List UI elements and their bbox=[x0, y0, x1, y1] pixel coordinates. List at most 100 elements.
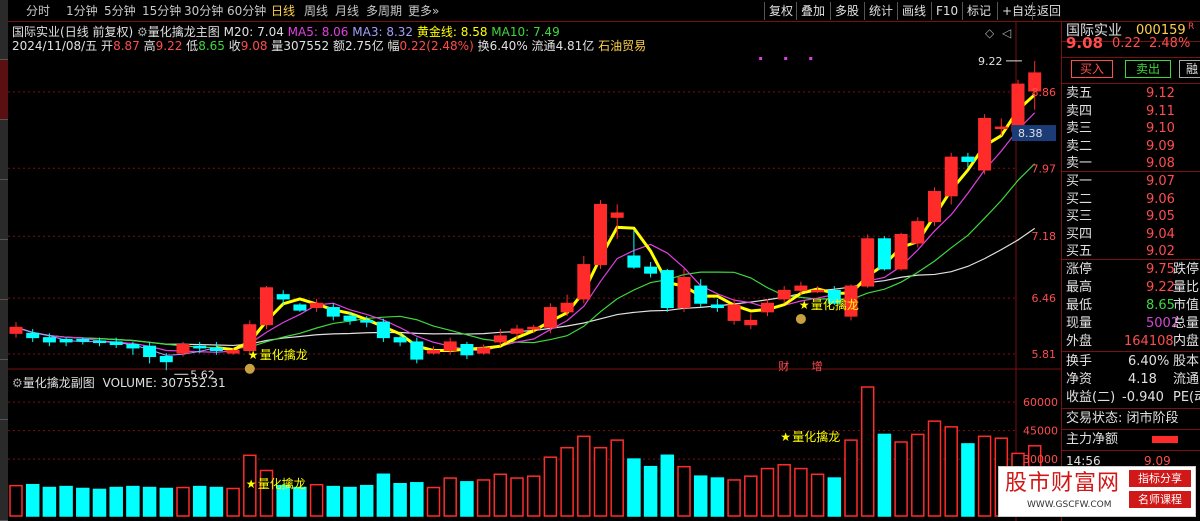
draw-line-button[interactable]: 画线 bbox=[897, 2, 926, 20]
volume-bar bbox=[142, 486, 157, 517]
stats-button[interactable]: 统计 bbox=[864, 2, 893, 20]
kline-chart[interactable]: 8.867.977.186.465.816000045000300008.38 … bbox=[8, 22, 1061, 521]
stat-label-2: 总量 bbox=[1173, 316, 1200, 331]
stat-label: 最低 bbox=[1066, 298, 1093, 313]
period-tab[interactable]: 5分钟 bbox=[104, 3, 136, 19]
marker-dot bbox=[759, 57, 763, 60]
candle-body bbox=[877, 238, 891, 270]
sub-signal-label: 量化擒龙 bbox=[792, 429, 840, 444]
collapse-icon[interactable]: ◁ bbox=[1002, 26, 1011, 40]
period-tab[interactable]: 周线 bbox=[304, 3, 328, 19]
mark-button[interactable]: 标记 bbox=[962, 2, 991, 20]
candle-body bbox=[777, 289, 791, 300]
signal-label: 量化擒龙 bbox=[260, 347, 308, 362]
candle-body bbox=[610, 212, 624, 218]
indicator-name[interactable]: 量化擒龙主图 bbox=[148, 25, 220, 39]
side-tab-4[interactable] bbox=[0, 180, 8, 240]
ask-label: 卖二 bbox=[1066, 138, 1093, 154]
side-tab-5[interactable] bbox=[0, 240, 8, 300]
period-tab[interactable]: 分时 bbox=[26, 3, 50, 19]
candle-body bbox=[543, 307, 557, 328]
volume-tick-label: 60000 bbox=[1023, 396, 1058, 409]
bid-label: 买一 bbox=[1066, 174, 1093, 189]
candle-body bbox=[477, 347, 491, 354]
period-tab[interactable]: 月线 bbox=[335, 3, 359, 19]
candle-body bbox=[493, 335, 507, 343]
candle-body bbox=[1011, 83, 1025, 132]
candle-body bbox=[627, 255, 641, 268]
ma5-line bbox=[15, 112, 1036, 353]
volume-value: 307552 bbox=[283, 39, 330, 53]
sub-chart-title-line: ⚙量化擒龙副图 VOLUME: 307552.31 bbox=[12, 376, 226, 390]
adjust-button[interactable]: 复权 bbox=[764, 2, 793, 20]
bid-price: 9.05 bbox=[1146, 209, 1175, 224]
period-tab-active[interactable]: 日线 bbox=[271, 3, 295, 19]
quote-change-pct: 2.48% bbox=[1149, 36, 1191, 51]
bid-price: 9.04 bbox=[1146, 226, 1175, 242]
sub-chart-title[interactable]: 量化擒龙副图 bbox=[23, 376, 95, 390]
event-badge: 增 bbox=[812, 359, 823, 373]
more-menu[interactable]: 更多» bbox=[408, 3, 439, 19]
volume-bar bbox=[794, 467, 808, 517]
side-tab-2[interactable] bbox=[0, 60, 8, 120]
sector-tag[interactable]: 石油贸易 bbox=[598, 39, 646, 53]
period-tab[interactable]: 60分钟 bbox=[227, 3, 266, 19]
side-tab-1[interactable] bbox=[0, 0, 8, 60]
candle-body bbox=[577, 264, 591, 300]
stat-label-2: 跌停 bbox=[1173, 262, 1200, 277]
period-tab[interactable]: 30分钟 bbox=[184, 3, 223, 19]
money-bag-icon bbox=[244, 363, 255, 374]
period-tab[interactable]: 1分钟 bbox=[66, 3, 98, 19]
side-tab-8[interactable] bbox=[0, 420, 8, 521]
low-value: 8.65 bbox=[198, 39, 225, 53]
volume-bar bbox=[109, 486, 123, 517]
ask-price: 9.10 bbox=[1146, 121, 1175, 136]
volume-bar bbox=[627, 458, 641, 517]
bid-price: 9.06 bbox=[1146, 191, 1175, 207]
candle-body bbox=[260, 287, 273, 326]
add-watchlist-button[interactable]: +自选 bbox=[997, 2, 1036, 20]
f10-button[interactable]: F10 bbox=[931, 2, 958, 20]
stat2-label: 净资 bbox=[1066, 372, 1093, 387]
stat-value: 164108 bbox=[1124, 334, 1174, 349]
cursor-price-label: 8.38 bbox=[1018, 127, 1043, 140]
back-button[interactable]: 返回 bbox=[1032, 2, 1061, 20]
period-tab[interactable]: 15分钟 bbox=[142, 3, 181, 19]
volume-tick-label: 30000 bbox=[1023, 453, 1058, 466]
side-tab-3[interactable] bbox=[0, 120, 8, 180]
multi-stock-button[interactable]: 多股 bbox=[830, 2, 859, 20]
sub-settings-gear-icon[interactable]: ⚙ bbox=[12, 376, 23, 390]
ohlc-line: 2024/11/08/五 开8.87 高9.22 低8.65 收9.08 量30… bbox=[12, 39, 646, 53]
buy-button[interactable]: 买入 bbox=[1071, 60, 1113, 78]
volume-bar bbox=[376, 473, 391, 517]
settings-gear-icon[interactable]: ⚙ bbox=[137, 25, 148, 39]
volume-bar bbox=[961, 443, 975, 517]
candle-body bbox=[994, 126, 1008, 130]
change-value: 0.22(2.48%) bbox=[399, 39, 474, 53]
ma10-value: MA10: 7.49 bbox=[491, 25, 560, 39]
amount-label: 额 bbox=[332, 39, 345, 53]
main-flow-label: 主力净额 bbox=[1066, 432, 1119, 447]
candle-body bbox=[510, 328, 524, 334]
quote-change: 0.22 bbox=[1112, 36, 1141, 51]
volume-bar bbox=[710, 477, 725, 517]
bar-date: 2024/11/08/五 bbox=[12, 39, 98, 53]
side-tab-6[interactable] bbox=[0, 300, 8, 360]
volume-bar bbox=[226, 487, 240, 517]
candle-body bbox=[894, 233, 908, 270]
sell-button[interactable]: 卖出 bbox=[1125, 60, 1171, 78]
volume-bar bbox=[76, 487, 90, 517]
candle-body bbox=[42, 337, 56, 343]
overlay-button[interactable]: 叠加 bbox=[796, 2, 825, 20]
diamond-icon[interactable]: ◇ bbox=[985, 26, 994, 40]
candle-body bbox=[209, 347, 223, 352]
period-tab[interactable]: 多周期 bbox=[366, 3, 402, 19]
candle-body bbox=[427, 350, 440, 354]
turnover-label: 换 bbox=[477, 39, 490, 53]
left-side-tabs bbox=[0, 0, 8, 521]
volume-bar bbox=[159, 487, 174, 517]
side-tab-7[interactable] bbox=[0, 360, 8, 420]
volume-bar bbox=[343, 486, 357, 517]
stat2-label-2: PE(动) bbox=[1173, 390, 1200, 405]
margin-button[interactable]: 融 bbox=[1179, 60, 1200, 78]
